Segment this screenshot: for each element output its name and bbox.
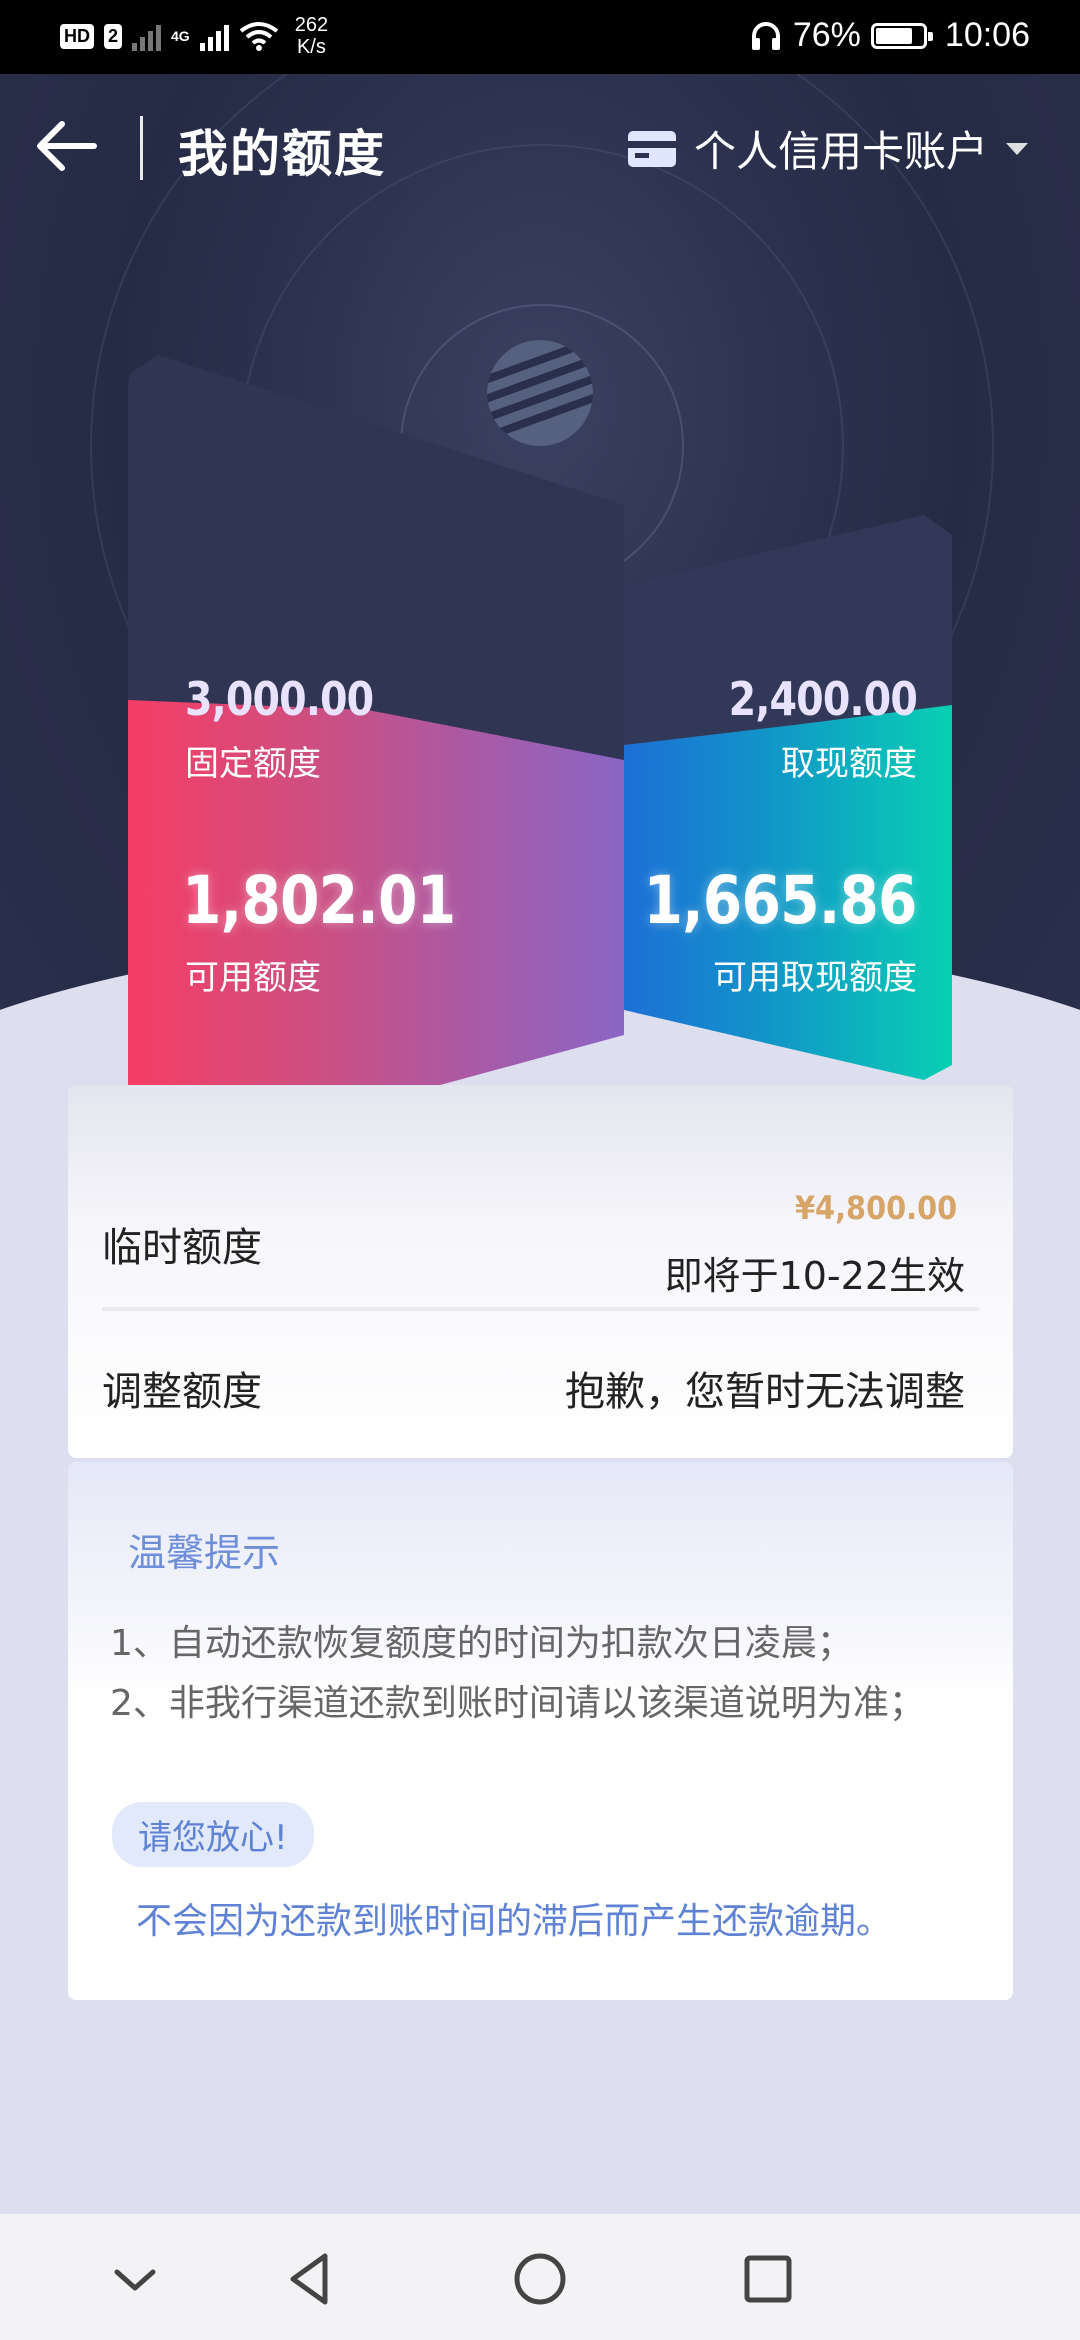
wifi-icon: [239, 22, 278, 51]
signal-weak-icon: [132, 21, 162, 51]
battery-percent: 76%: [792, 16, 861, 54]
temp-limit-label: 临时额度: [102, 1225, 262, 1271]
nav-home-button[interactable]: [505, 2244, 575, 2314]
system-nav-bar: [0, 2214, 1080, 2340]
bank-logo: [487, 340, 593, 446]
tips-panel: 温馨提示 1、自动还款恢复额度的时间为扣款次日凌晨； 2、非我行渠道还款到账时间…: [68, 1462, 1013, 2000]
speed-value: 262: [294, 14, 329, 36]
header-divider: [140, 116, 143, 180]
status-right: 76% 10:06: [749, 16, 1030, 55]
adjust-limit-status: 抱歉，您暂时无法调整: [565, 1369, 965, 1415]
network-speed: 262 K/s: [295, 14, 328, 58]
battery-icon: [870, 22, 933, 49]
network-type: 4G: [171, 28, 190, 44]
status-bar: HD 2 4G 262 K/s 76% 10:06: [0, 0, 1080, 74]
cash-limit-label: 取现额度: [781, 744, 917, 784]
sim-badge: 2: [104, 23, 123, 49]
nav-hide-button[interactable]: [100, 2244, 170, 2314]
chevron-down-icon: [1006, 142, 1028, 155]
temp-limit-effective-date: 即将于10-22生效: [664, 1254, 965, 1298]
signal-icon: [199, 21, 229, 51]
header: 我的额度 个人信用卡账户: [0, 74, 1080, 224]
speed-unit: K/s: [296, 36, 326, 58]
available-cash-amount: 1,665.86: [643, 862, 918, 939]
temp-limit-amount: ¥4,800.00: [794, 1189, 957, 1227]
circle-home-icon: [514, 2253, 566, 2305]
fixed-limit-label: 固定额度: [185, 744, 321, 784]
back-button[interactable]: [34, 116, 104, 176]
available-limit-label: 可用额度: [185, 958, 321, 998]
tip-line-1: 1、自动还款恢复额度的时间为扣款次日凌晨；: [110, 1623, 853, 1664]
arrow-left-icon: [37, 121, 97, 171]
triangle-back-icon: [290, 2253, 328, 2305]
available-limit-amount: 1,802.01: [182, 862, 456, 939]
adjust-limit-row[interactable]: 调整额度 抱歉，您暂时无法调整: [68, 1325, 1013, 1445]
reassure-badge: 请您放心!: [112, 1802, 314, 1867]
page-title: 我的额度: [178, 125, 386, 183]
row-divider: [102, 1307, 979, 1311]
tips-title: 温馨提示: [128, 1531, 281, 1575]
account-label: 个人信用卡账户: [693, 127, 988, 176]
clock: 10:06: [944, 16, 1030, 54]
status-left: HD 2 4G 262 K/s: [60, 14, 328, 58]
nav-back-button[interactable]: [275, 2244, 345, 2314]
nav-recents-button[interactable]: [733, 2244, 803, 2314]
square-recents-icon: [744, 2255, 792, 2303]
account-selector[interactable]: 个人信用卡账户: [627, 118, 1028, 179]
credit-card-icon: [627, 130, 676, 167]
chevron-down-icon: [114, 2269, 156, 2291]
limit-details-panel: 临时额度 ¥4,800.00 即将于10-22生效 调整额度 抱歉，您暂时无法调…: [68, 1085, 1013, 1458]
available-cash-label: 可用取现额度: [713, 958, 917, 998]
tip-line-2: 2、非我行渠道还款到账时间请以该渠道说明为准；: [110, 1683, 925, 1724]
headphones-icon: [751, 21, 780, 50]
fixed-limit-amount: 3,000.00: [185, 672, 374, 726]
adjust-limit-label: 调整额度: [102, 1369, 262, 1415]
cash-limit-amount: 2,400.00: [728, 672, 918, 726]
reassure-text: 不会因为还款到账时间的滞后而产生还款逾期。: [136, 1901, 893, 1942]
hd-badge: HD: [60, 23, 94, 49]
